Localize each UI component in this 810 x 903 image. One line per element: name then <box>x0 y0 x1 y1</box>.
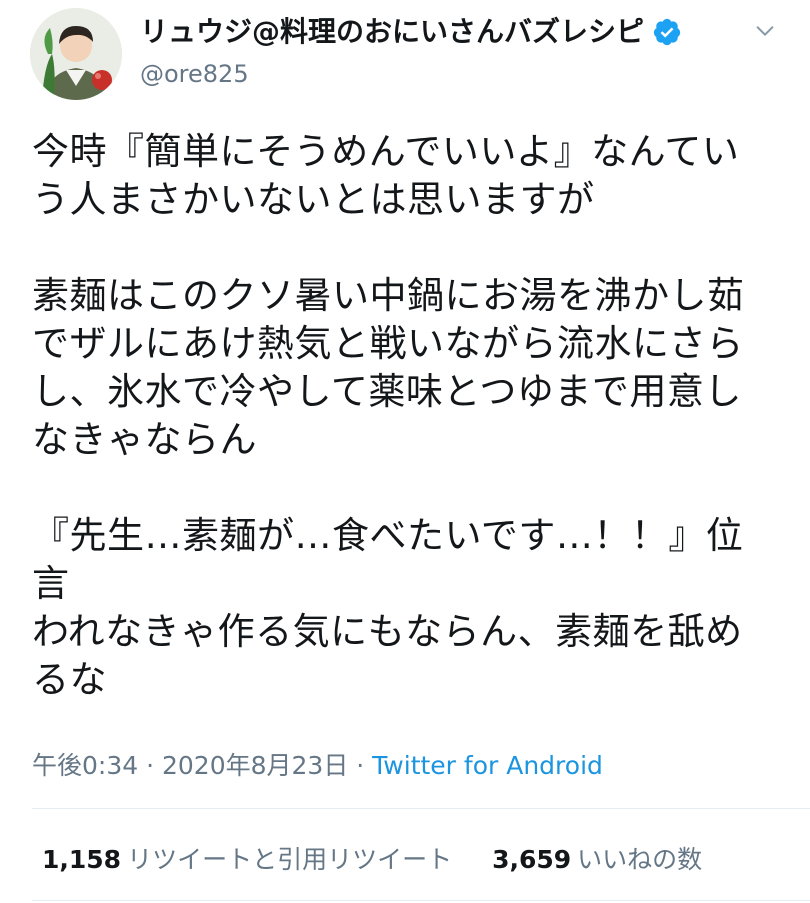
meta-separator: · <box>348 751 373 780</box>
like-label: いいねの数 <box>577 845 703 874</box>
tweet-paragraph: 今時『簡単にそうめんでいいよ』なんてい う人まさかいないとは思いますが <box>32 128 780 224</box>
tweet-paragraph: 『先生…素麺が…食べたいです…！！』位言 われなきゃ作る気にもならん、素麺を舐め… <box>32 512 780 704</box>
display-name[interactable]: リュウジ@料理のおにいさんバズレシピ <box>140 14 644 50</box>
tweet-line: 今時『簡単にそうめんでいいよ』なんてい <box>32 130 740 173</box>
retweet-count: 1,158 <box>42 845 122 874</box>
retweets-stat[interactable]: 1,158 リツイートと引用リツイート <box>42 842 452 878</box>
tweet-paragraph: 素麺はこのクソ暑い中鍋にお湯を沸かし茹 でザルにあけ熱気と戦いながら流水にさら … <box>32 272 780 464</box>
avatar[interactable] <box>30 8 122 100</box>
tweet-meta: 午後0:34 · 2020年8月23日 · Twitter for Androi… <box>32 748 603 784</box>
tweet-time[interactable]: 午後0:34 <box>32 751 138 780</box>
tweet-line: 『先生…素麺が…食べたいです…！！』位言 <box>32 514 744 605</box>
tweet-line: し、氷水で冷やして薬味とつゆまで用意し <box>32 370 742 413</box>
tweet-line: 素麺はこのクソ暑い中鍋にお湯を沸かし茹 <box>32 274 745 317</box>
chevron-down-icon[interactable] <box>754 20 776 42</box>
user-handle[interactable]: @ore825 <box>140 58 740 90</box>
like-count: 3,659 <box>492 845 572 874</box>
retweet-label: リツイートと引用リツイート <box>127 845 453 874</box>
avatar-image <box>30 8 122 100</box>
verified-badge-icon <box>653 18 681 46</box>
likes-stat[interactable]: 3,659 いいねの数 <box>492 842 702 878</box>
tweet-header: リュウジ@料理のおにいさんバズレシピ @ore825 <box>140 14 740 94</box>
meta-separator: · <box>138 751 162 780</box>
tweet-stats: 1,158 リツイートと引用リツイート 3,659 いいねの数 <box>42 842 702 878</box>
tweet-line: でザルにあけ熱気と戦いながら流水にさら <box>32 322 744 365</box>
divider <box>32 900 810 901</box>
tweet-date[interactable]: 2020年8月23日 <box>162 751 348 780</box>
name-row: リュウジ@料理のおにいさんバズレシピ <box>140 14 740 50</box>
tweet-source-link[interactable]: Twitter for Android <box>372 751 603 780</box>
tweet-line: われなきゃ作る気にもならん、素麺を舐め <box>32 610 743 653</box>
tweet-line: なきゃならん <box>32 418 257 461</box>
tweet-text: 今時『簡単にそうめんでいいよ』なんてい う人まさかいないとは思いますが 素麺はこ… <box>32 128 780 704</box>
divider <box>32 808 810 809</box>
tweet-line: るな <box>32 658 107 701</box>
tweet-line: う人まさかいないとは思いますが <box>32 178 595 221</box>
